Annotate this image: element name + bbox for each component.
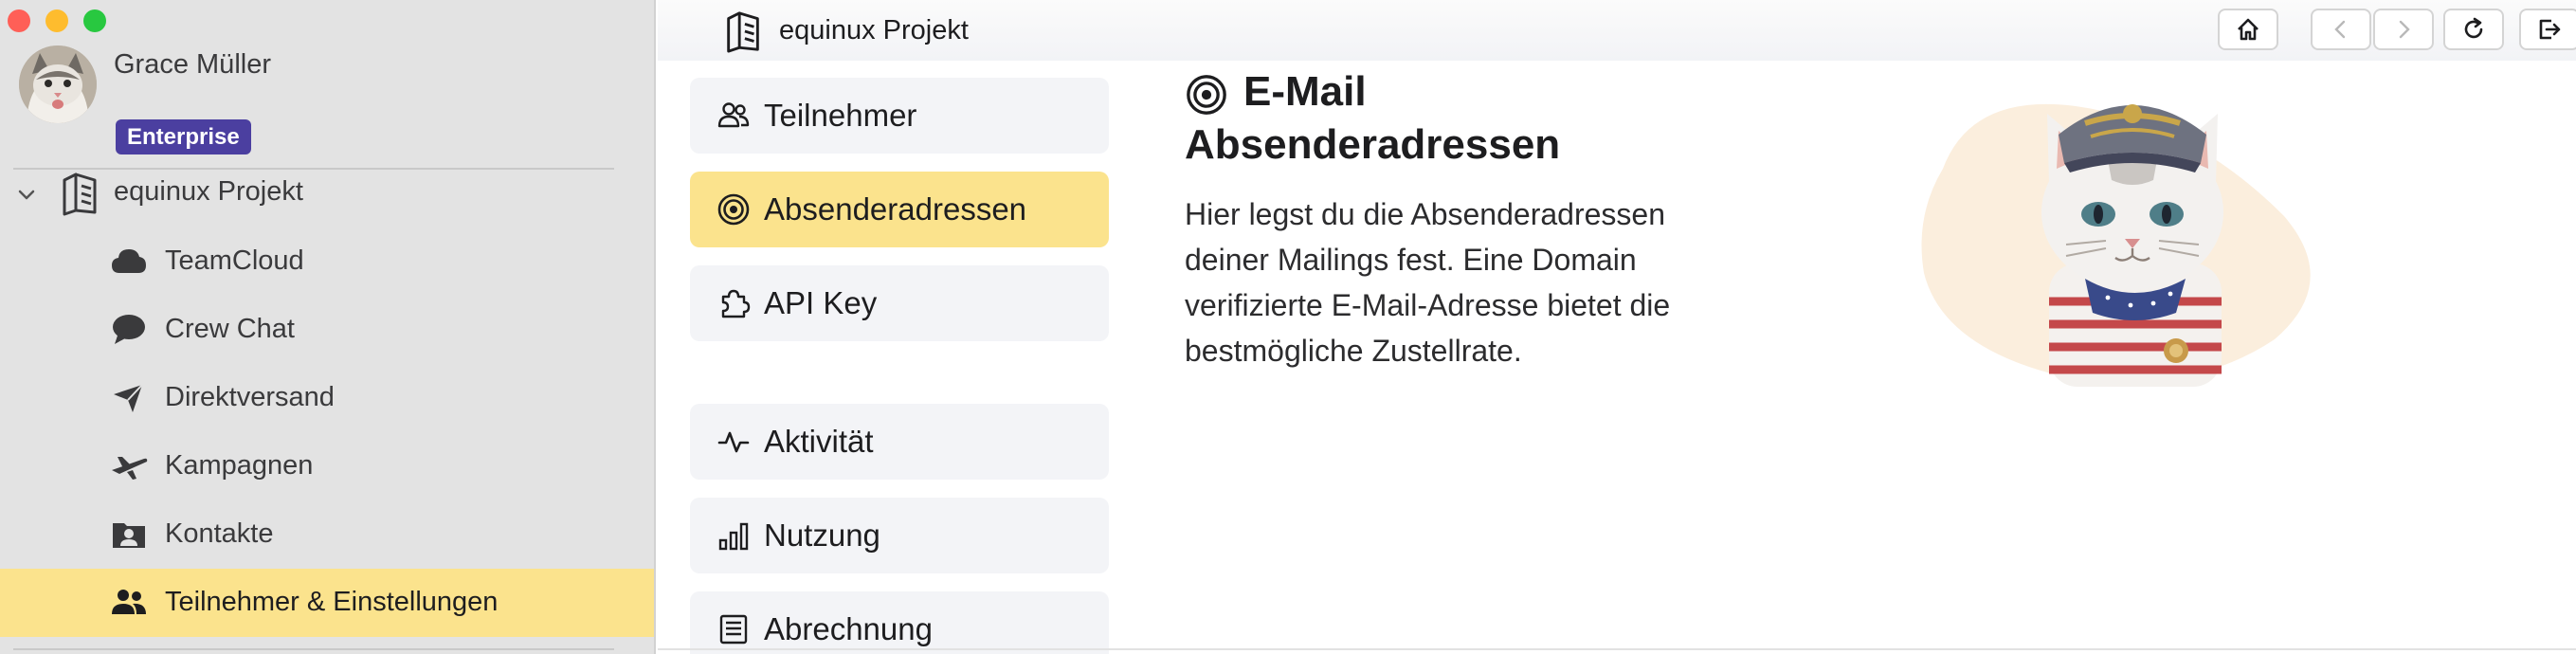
- back-icon: [2330, 18, 2352, 41]
- detail-description: Hier legst du die Absenderadressen deine…: [1185, 197, 1671, 368]
- sidebar-item-teamcloud[interactable]: TeamCloud: [0, 227, 654, 296]
- window-close-button[interactable]: [8, 9, 30, 32]
- reload-button[interactable]: [2443, 9, 2504, 50]
- forward-icon: [2392, 18, 2415, 41]
- project-cube-icon: [722, 9, 764, 53]
- sidebar-item-label: Kontakte: [165, 518, 274, 549]
- settings-item-label: Absenderadressen: [764, 191, 1027, 227]
- project-cube-icon: [59, 171, 100, 216]
- activity-pulse-icon: [717, 425, 751, 459]
- sidebar-divider: [13, 648, 614, 650]
- sidebar-item-label: Teilnehmer & Einstellungen: [165, 587, 499, 617]
- settings-item-label: API Key: [764, 285, 878, 320]
- project-name[interactable]: equinux Projekt: [114, 176, 303, 208]
- sidebar-item-label: Crew Chat: [165, 314, 295, 344]
- target-icon: [717, 192, 751, 227]
- project-title: equinux Projekt: [779, 15, 969, 45]
- settings-item-label: Teilnehmer: [764, 98, 917, 133]
- sidebar-divider: [13, 168, 614, 170]
- settings-item-abrechnung[interactable]: Abrechnung: [690, 591, 1109, 654]
- sidebar-item-label: TeamCloud: [165, 245, 304, 276]
- sidebar-item-kontakte[interactable]: Kontakte: [0, 500, 654, 569]
- window-zoom-button[interactable]: [83, 9, 106, 32]
- settings-item-api-key[interactable]: API Key: [690, 265, 1109, 341]
- avatar[interactable]: [19, 45, 97, 123]
- sidebar-item-kampagnen[interactable]: Kampagnen: [0, 432, 654, 500]
- sidebar-item-teilnehmer-einstellungen[interactable]: Teilnehmer & Einstellungen: [0, 569, 654, 637]
- puzzle-icon: [717, 286, 751, 320]
- plan-badge: Enterprise: [116, 119, 251, 154]
- settings-item-label: Aktivität: [764, 424, 874, 459]
- chevron-down-icon[interactable]: [15, 184, 38, 207]
- content-bottom-border: [658, 648, 2576, 650]
- sign-out-icon: [2536, 16, 2563, 43]
- cloud-icon: [110, 245, 148, 279]
- reload-icon: [2460, 16, 2487, 43]
- forward-button[interactable]: [2373, 9, 2434, 50]
- chat-bubble-icon: [110, 313, 148, 347]
- settings-item-label: Nutzung: [764, 518, 880, 553]
- sidebar: Grace Müller Enterprise equinux Projekt …: [0, 0, 656, 654]
- settings-item-nutzung[interactable]: Nutzung: [690, 498, 1109, 573]
- app-window: Grace Müller Enterprise equinux Projekt …: [0, 0, 2576, 654]
- back-button[interactable]: [2311, 9, 2371, 50]
- contact-folder-icon: [110, 518, 148, 552]
- settings-item-label: Abrechnung: [764, 611, 933, 646]
- detail-title-line-2: Absenderadressen: [1185, 121, 1561, 168]
- airplane-icon: [110, 449, 148, 483]
- settings-item-aktivitaet[interactable]: Aktivität: [690, 404, 1109, 480]
- user-name: Grace Müller: [114, 49, 271, 80]
- settings-item-absenderadressen[interactable]: Absenderadressen: [690, 172, 1109, 247]
- people-outline-icon: [717, 99, 751, 133]
- sign-out-button[interactable]: [2519, 9, 2576, 50]
- paper-plane-icon: [110, 381, 148, 415]
- home-button[interactable]: [2218, 9, 2278, 50]
- target-icon: [1185, 73, 1228, 117]
- sidebar-item-direktversand[interactable]: Direktversand: [0, 364, 654, 432]
- sidebar-item-label: Direktversand: [165, 382, 335, 412]
- settings-item-teilnehmer[interactable]: Teilnehmer: [690, 78, 1109, 154]
- invoice-icon: [717, 612, 751, 646]
- home-icon: [2235, 16, 2261, 43]
- window-minimize-button[interactable]: [45, 9, 68, 32]
- cat-captain-illustration: [1905, 64, 2341, 396]
- sidebar-item-crew-chat[interactable]: Crew Chat: [0, 296, 654, 364]
- people-icon: [110, 586, 148, 620]
- detail-title-line-1: E-Mail: [1243, 68, 1367, 115]
- bar-chart-icon: [717, 518, 751, 553]
- sidebar-item-label: Kampagnen: [165, 450, 314, 481]
- toolbar: equinux Projekt: [658, 0, 2576, 61]
